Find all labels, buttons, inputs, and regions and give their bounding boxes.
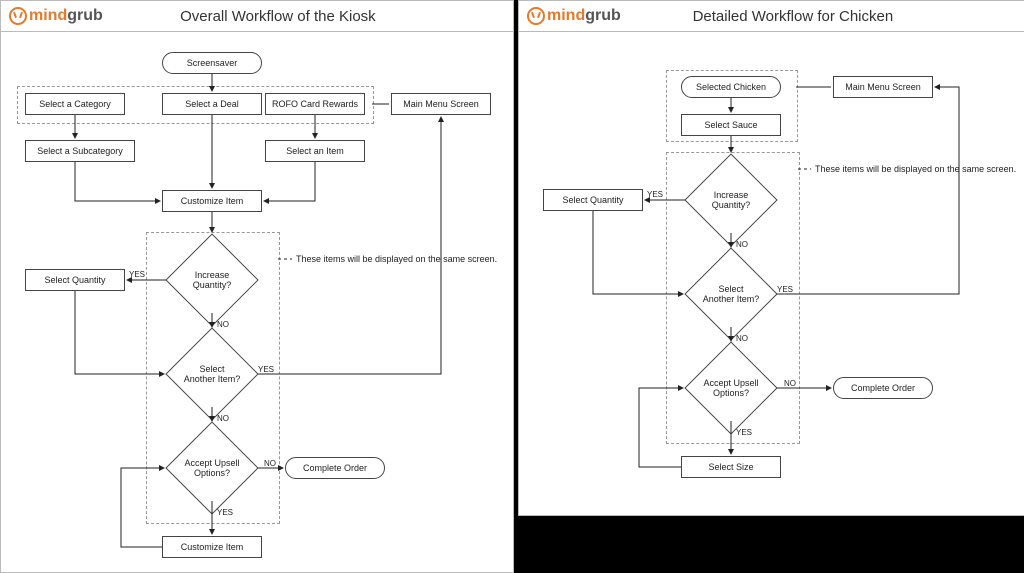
brand-logo: mindgrub [9,7,103,25]
brand-icon [9,7,27,25]
right-title: Detailed Workflow for Chicken [621,8,965,25]
note-same-screen-r: These items will be displayed on the sam… [815,164,1016,174]
right-panel: mindgrub Detailed Workflow for Chicken S… [518,0,1024,516]
node-select-deal: Select a Deal [162,93,262,115]
brand-text-1b: mind [547,7,585,24]
node-rofo: ROFO Card Rewards [265,93,365,115]
node-increase-quantity: Increase Quantity? [179,247,245,313]
node-select-category: Select a Category [25,93,125,115]
right-canvas: Selected Chicken Select Sauce Main Menu … [519,32,1024,516]
node-selected-chicken: Selected Chicken [681,76,781,98]
node-customize-item-2: Customize Item [162,536,262,558]
lbl-yes-another-r: YES [777,285,793,294]
node-customize-item: Customize Item [162,190,262,212]
node-main-menu: Main Menu Screen [391,93,491,115]
lbl-yes-upsell: YES [217,508,233,517]
label-accept-upsell: Accept Upsell Options? [179,458,245,479]
lbl-no-qty-r: NO [736,240,748,249]
left-panel: mindgrub Overall Workflow of the Kiosk S… [0,0,514,573]
node-select-qty-r: Select Quantity [543,189,643,211]
node-complete-r: Complete Order [833,377,933,399]
node-select-quantity: Select Quantity [25,269,125,291]
lbl-no-upsell-r: NO [784,379,796,388]
lbl-no-another: NO [217,414,229,423]
node-select-another: Select Another Item? [179,341,245,407]
label-accept-upsell-r: Accept Upsell Options? [698,378,764,399]
node-screensaver: Screensaver [162,52,262,74]
brand-text-2: grub [67,7,103,24]
label-select-another-r: Select Another Item? [698,284,764,305]
node-select-size: Select Size [681,456,781,478]
node-select-another-r: Select Another Item? [698,261,764,327]
brand-icon-2 [527,7,545,25]
note-same-screen: These items will be displayed on the sam… [296,254,497,264]
left-canvas: Screensaver Select a Category Select a D… [1,32,513,573]
node-select-subcategory: Select a Subcategory [25,140,135,162]
brand-logo-2: mindgrub [527,7,621,25]
label-increase-q-r: Increase Quantity? [698,190,764,211]
node-main-menu-r: Main Menu Screen [833,76,933,98]
node-accept-upsell-r: Accept Upsell Options? [698,355,764,421]
lbl-no-upsell: NO [264,459,276,468]
lbl-yes-upsell-r: YES [736,428,752,437]
lbl-yes-qty: YES [129,270,145,279]
node-select-item: Select an Item [265,140,365,162]
node-increase-q-r: Increase Quantity? [698,167,764,233]
label-increase-quantity: Increase Quantity? [179,270,245,291]
node-accept-upsell: Accept Upsell Options? [179,435,245,501]
lbl-yes-qty-r: YES [647,190,663,199]
lbl-yes-another: YES [258,365,274,374]
lbl-no-qty: NO [217,320,229,329]
left-title: Overall Workflow of the Kiosk [103,8,453,25]
node-select-sauce: Select Sauce [681,114,781,136]
node-complete-order: Complete Order [285,457,385,479]
brand-text-1: mind [29,7,67,24]
lbl-no-another-r: NO [736,334,748,343]
brand-text-2b: grub [585,7,621,24]
label-select-another: Select Another Item? [179,364,245,385]
